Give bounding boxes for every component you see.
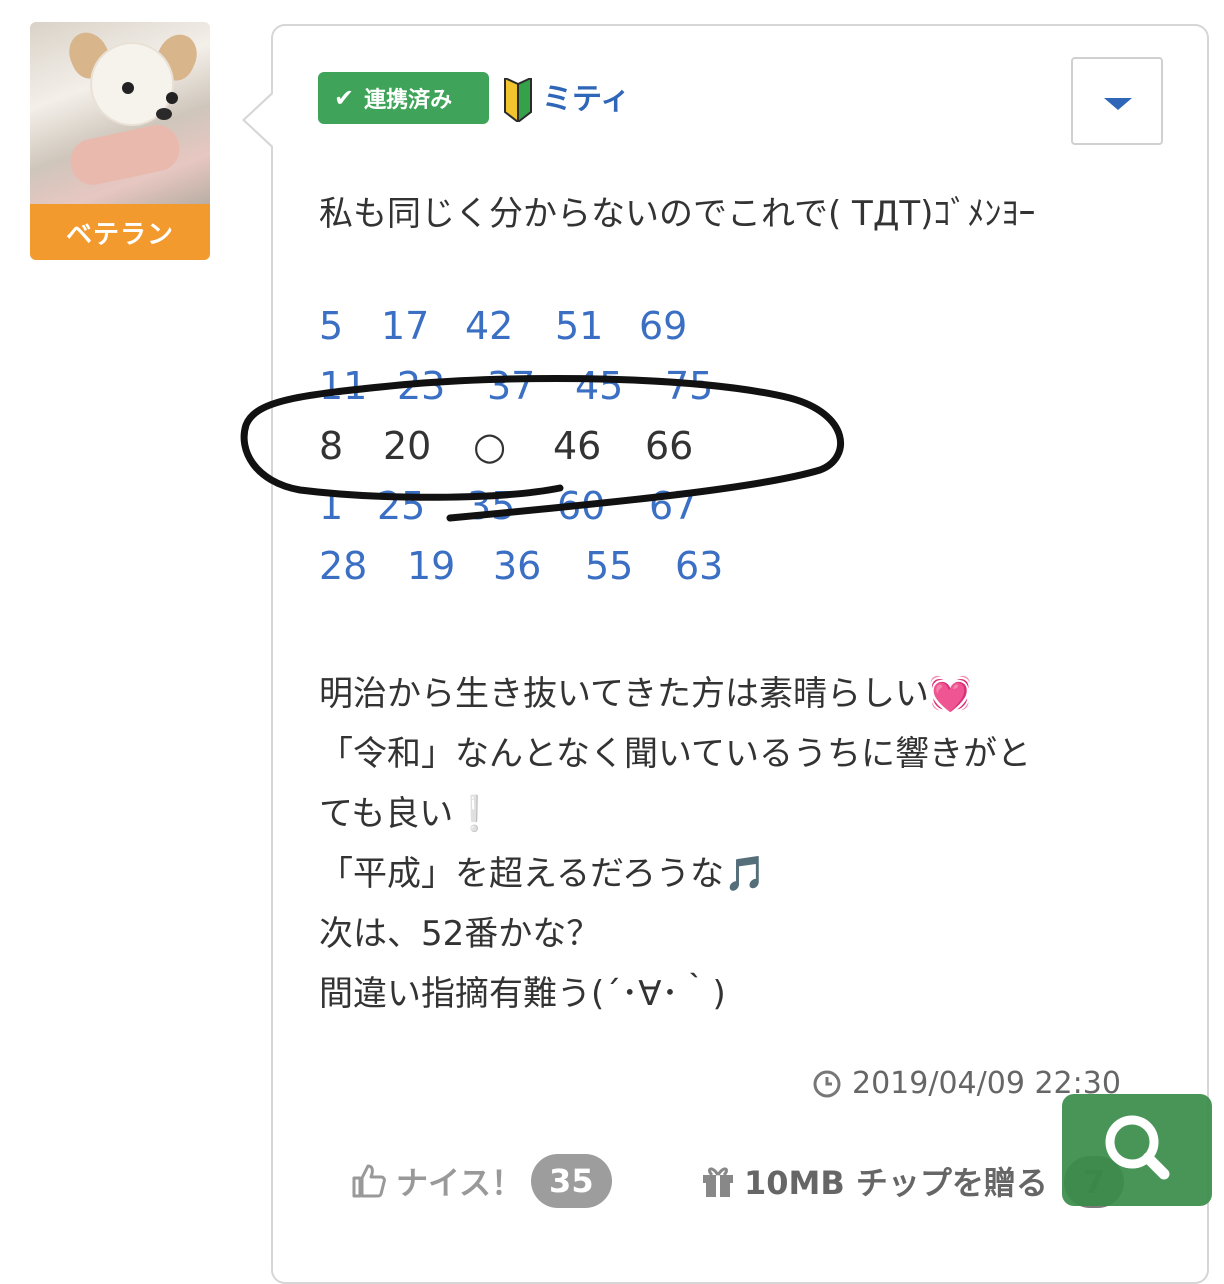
post-line: 明治から生き抜いてきた方は素晴らしい💓 — [319, 674, 972, 714]
post-line: 次は、52番かな？ — [319, 914, 601, 954]
number-cell: 20 — [383, 424, 432, 468]
number-cell: 11 — [319, 364, 368, 408]
number-cell: 60 — [557, 484, 606, 528]
tip-button[interactable]: 10MB チップを贈る — [700, 1158, 1048, 1204]
number-cell: 69 — [639, 304, 688, 348]
number-cell: 23 — [397, 364, 446, 408]
post-line: 間違い指摘有難う(´･∀･｀) — [319, 974, 726, 1014]
number-cell: 46 — [553, 424, 602, 468]
number-cell: 36 — [493, 544, 542, 588]
avatar-eye — [166, 92, 178, 104]
nice-count: 35 — [531, 1154, 612, 1208]
number-cell: 42 — [465, 304, 514, 348]
nice-label: ナイス！ — [396, 1164, 524, 1202]
thumbs-up-icon — [352, 1164, 386, 1198]
linked-badge: ✔ 連携済み — [318, 72, 489, 124]
search-button[interactable] — [1062, 1094, 1212, 1206]
number-cell: 55 — [585, 544, 634, 588]
number-cell: 66 — [645, 424, 694, 468]
number-cell: 28 — [319, 544, 368, 588]
post-line: 「平成」を超えるだろうな🎵 — [319, 854, 767, 894]
number-cell: 19 — [407, 544, 456, 588]
avatar-eye — [122, 82, 134, 94]
number-cell: 63 — [675, 544, 724, 588]
clock-icon — [813, 1070, 841, 1097]
number-cell: 37 — [487, 364, 536, 408]
post-intro: 私も同じく分からないのでこれで( TДT)ｺﾞﾒﾝﾖｰ — [319, 194, 1036, 234]
number-cell: ○ — [473, 424, 507, 468]
tip-label: 10MB チップを贈る — [744, 1164, 1048, 1202]
chevron-down-icon — [1104, 98, 1132, 110]
post-menu-button[interactable] — [1071, 57, 1163, 145]
rank-badge: ベテラン — [30, 204, 210, 260]
username[interactable]: ミティ — [542, 74, 630, 118]
nice-button[interactable]: ナイス！ 35 — [350, 1154, 612, 1208]
check-icon: ✔ — [334, 84, 355, 112]
search-icon — [1105, 1115, 1170, 1180]
post-line: 「令和」なんとなく聞いているうちに響きがと — [319, 734, 1031, 774]
number-cell: 35 — [467, 484, 516, 528]
avatar[interactable] — [30, 22, 210, 204]
number-cell: 8 — [319, 424, 344, 468]
number-cell: 45 — [575, 364, 624, 408]
gift-icon — [703, 1167, 733, 1197]
avatar-nose — [156, 108, 172, 120]
post-line: ても良い❕ — [319, 794, 496, 834]
number-cell: 51 — [555, 304, 604, 348]
beginner-mark-icon — [504, 78, 532, 122]
number-cell: 17 — [381, 304, 430, 348]
number-cell: 67 — [649, 484, 698, 528]
number-cell: 1 — [319, 484, 344, 528]
linked-label: 連携済み — [364, 88, 453, 113]
number-cell: 5 — [319, 304, 344, 348]
number-cell: 75 — [665, 364, 714, 408]
avatar-toy — [66, 121, 184, 189]
number-cell: 25 — [377, 484, 426, 528]
